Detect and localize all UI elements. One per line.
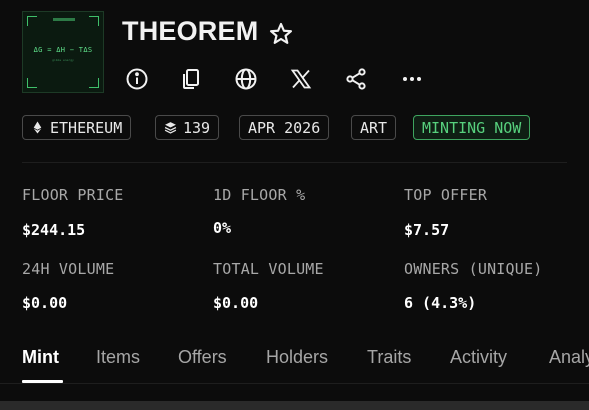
globe-icon[interactable] [231, 64, 261, 94]
thumbnail-subtext: gibbs energy [52, 58, 74, 62]
items-tag-label: 139 [183, 118, 211, 137]
volume-24h-value: $0.00 [22, 294, 68, 312]
top-offer-label: TOP OFFER [404, 186, 488, 204]
floor-price-value: $244.15 [22, 221, 86, 239]
tab-mint[interactable]: Mint [22, 347, 59, 368]
collection-title: THEOREM [122, 16, 259, 46]
tab-traits[interactable]: Traits [367, 347, 411, 368]
layers-icon [164, 122, 177, 134]
date-tag[interactable]: APR 2026 [239, 115, 330, 140]
owners-label: OWNERS (UNIQUE) [404, 260, 543, 278]
collection-thumbnail: ΔG = ΔH − TΔS gibbs energy [22, 11, 104, 93]
floor-price-label: FLOOR PRICE [22, 186, 124, 204]
chain-tag[interactable]: ETHEREUM [22, 115, 132, 140]
info-icon[interactable] [122, 64, 152, 94]
category-tag[interactable]: ART [351, 115, 397, 140]
collection-tabs: Mint Items Offers Holders Traits Activit… [22, 347, 589, 387]
tab-offers[interactable]: Offers [178, 347, 227, 368]
top-offer-value: $7.57 [404, 221, 450, 239]
share-icon[interactable] [341, 64, 371, 94]
volume-24h-label: 24H VOLUME [22, 260, 115, 278]
chain-tag-label: ETHEREUM [50, 118, 123, 137]
ethereum-icon [33, 121, 42, 134]
thumbnail-formula: ΔG = ΔH − TΔS [33, 46, 93, 54]
copy-icon[interactable] [176, 64, 206, 94]
total-volume-label: TOTAL VOLUME [213, 260, 324, 278]
tab-items[interactable]: Items [96, 347, 140, 368]
floor-1d-label: 1D FLOOR % [213, 186, 306, 204]
tab-activity[interactable]: Activity [450, 347, 507, 368]
items-tag[interactable]: 139 [155, 115, 220, 140]
x-twitter-icon[interactable] [286, 64, 316, 94]
more-icon[interactable] [397, 64, 427, 94]
bottom-bar [0, 401, 589, 410]
tab-holders[interactable]: Holders [266, 347, 328, 368]
favorite-star-icon[interactable] [268, 21, 294, 47]
floor-1d-value: 0% [213, 219, 232, 237]
owners-value: 6 (4.3%) [404, 294, 477, 312]
tabs-divider [0, 383, 589, 384]
thumbnail-bar [53, 18, 75, 21]
section-divider [22, 162, 567, 163]
minting-status-badge[interactable]: MINTING NOW [413, 115, 531, 140]
total-volume-value: $0.00 [213, 294, 259, 312]
tab-analytics[interactable]: Analytics [549, 347, 589, 368]
